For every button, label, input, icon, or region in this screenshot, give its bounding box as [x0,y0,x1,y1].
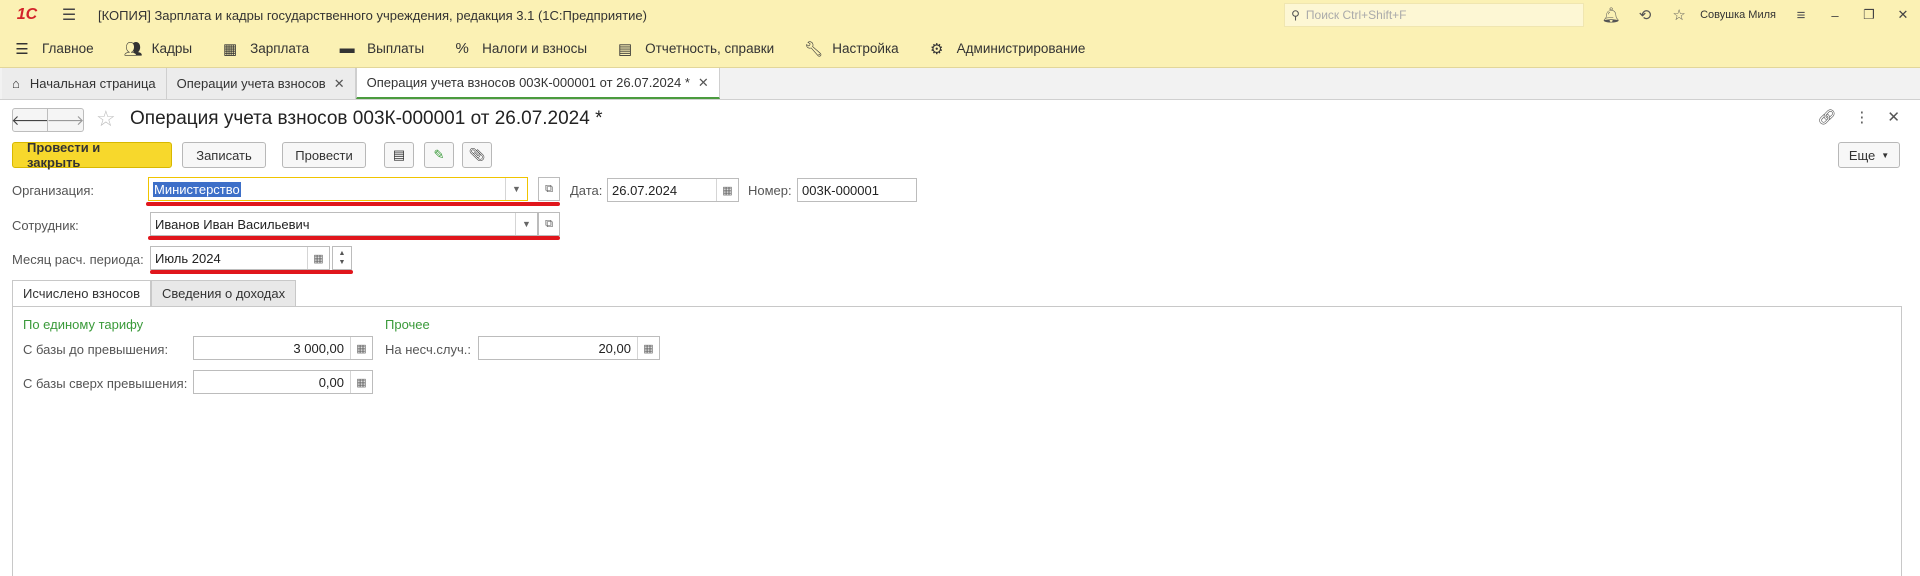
spin-up-icon[interactable]: ▲ [339,249,346,258]
menu-item-hr[interactable]: 👥︎ Кадры [124,40,192,58]
report-icon[interactable]: ▤ [384,142,414,168]
restore-icon[interactable]: ❐ [1852,7,1886,23]
header-actions: 🔗︎ ⋮ ✕ [1817,108,1900,126]
tab-contribution-operations[interactable]: Операции учета взносов ✕ [166,68,356,99]
inner-tabs: Исчислено взносов Сведения о доходах [12,280,297,307]
month-label: Месяц расч. периода: [12,252,144,267]
page-title: Операция учета взносов 003К-000001 от 26… [130,108,603,129]
attachment-icon[interactable]: 📎︎ [462,142,492,168]
tab-calculated-contributions[interactable]: Исчислено взносов [12,280,151,307]
forward-arrow-icon[interactable]: 🡒 [47,108,84,132]
more-vertical-icon[interactable]: ⋮ [1854,108,1869,126]
favorite-star-icon[interactable]: ☆ [96,106,116,132]
menu-item-reports[interactable]: ▤ Отчетность, справки [617,40,774,58]
gear-icon: ⚙ [929,40,944,58]
chevron-down-icon: ▼ [1881,150,1890,160]
people-icon: 👥︎ [123,40,143,58]
chevron-down-icon[interactable]: ▼ [505,178,527,200]
open-tabs-bar: ⌂ Начальная страница Операции учета взно… [0,68,1920,100]
number-field[interactable]: 003К-000001 [797,178,917,202]
menu-lines-icon: ☰ [15,40,29,58]
post-button[interactable]: Провести [282,142,366,168]
menu-item-settings[interactable]: 🔧︎ Настройка [804,40,898,58]
percent-icon: % [455,40,469,57]
calendar-icon[interactable]: ▦ [716,179,738,201]
close-icon[interactable]: ✕ [698,75,709,91]
calculator-icon[interactable]: ▦ [637,337,659,359]
tab-current-document[interactable]: Операция учета взносов 003К-000001 от 26… [355,68,720,99]
back-arrow-icon[interactable]: 🡐 [11,108,49,132]
post-and-close-button[interactable]: Провести и закрыть [12,140,172,170]
menu-item-payments[interactable]: ▬ Выплаты [339,40,425,57]
date-field[interactable]: 26.07.2024 ▦ [607,178,739,202]
base-below-label: С базы до превышения: [23,342,169,357]
more-button[interactable]: Еще ▼ [1838,142,1900,168]
accident-label: На несч.случ.: [385,342,471,357]
reports-icon: ▤ [618,40,633,58]
tab-income-info[interactable]: Сведения о доходах [150,280,297,307]
organization-field[interactable]: Министерство ▼ [148,177,528,201]
wrench-icon: 🔧︎ [804,40,824,58]
date-label: Дата: [570,183,603,198]
edit-document-icon[interactable]: ✎ [424,142,454,168]
spin-down-icon[interactable]: ▼ [339,258,346,267]
wallet-icon: ▬ [339,40,355,57]
calculator-icon[interactable]: ▦ [350,371,372,393]
history-icon[interactable]: ⟲ [1628,6,1662,24]
base-above-field[interactable]: 0,00 ▦ [193,370,373,394]
minimize-icon[interactable]: – [1818,8,1852,23]
settings-lines-icon[interactable]: ≡ [1784,7,1818,24]
sections-menu: ☰ Главное 👥︎ Кадры ▦ Зарплата ▬ Выплаты … [0,30,1920,68]
close-window-icon[interactable]: ✕ [1886,7,1920,23]
save-button[interactable]: Записать [182,142,266,168]
red-underline [148,236,560,240]
menu-item-taxes[interactable]: % Налоги и взносы [454,40,588,57]
search-input[interactable]: ⚲ Поиск Ctrl+Shift+F [1284,3,1585,27]
bell-icon[interactable]: 🔔︎ [1594,6,1628,24]
user-name[interactable]: Совушка Миля [1700,9,1776,21]
title-bar: 1С ☰ [КОПИЯ] Зарплата и кадры государств… [0,0,1920,30]
month-field[interactable]: Июль 2024 ▦ [150,246,330,270]
favorites-star-icon[interactable]: ☆ [1662,6,1696,24]
single-rate-title: По единому тарифу [23,317,144,332]
home-icon: ⌂ [12,76,20,91]
open-employee-icon[interactable]: ⧉ [538,212,560,236]
month-spinner[interactable]: ▲ ▼ [332,246,352,270]
close-icon[interactable]: ✕ [334,76,345,92]
chevron-down-icon[interactable]: ▼ [515,213,537,235]
other-title: Прочее [385,317,430,332]
link-icon[interactable]: 🔗︎ [1817,108,1836,126]
command-bar: Провести и закрыть Записать Провести ▤ ✎… [12,140,492,170]
navigation-buttons: 🡐 🡒 [11,108,84,132]
menu-item-salary[interactable]: ▦ Зарплата [222,40,309,58]
search-placeholder: Поиск Ctrl+Shift+F [1305,8,1407,22]
calendar-icon[interactable]: ▦ [307,247,329,269]
menu-item-main[interactable]: ☰ Главное [14,40,93,58]
app-title: [КОПИЯ] Зарплата и кадры государственног… [98,7,647,23]
close-icon[interactable]: ✕ [1887,108,1900,126]
open-organization-icon[interactable]: ⧉ [538,177,560,201]
calculator-icon: ▦ [222,40,238,58]
main-menu-icon[interactable]: ☰ [54,5,84,25]
tab-home[interactable]: ⌂ Начальная страница [2,68,167,99]
red-underline [150,270,353,274]
employee-label: Сотрудник: [12,218,79,233]
app-logo[interactable]: 1С [10,0,44,30]
search-icon: ⚲ [1291,8,1300,22]
base-above-label: С базы сверх превышения: [23,376,188,391]
number-label: Номер: [748,183,792,198]
base-below-field[interactable]: 3 000,00 ▦ [193,336,373,360]
red-underline [146,202,560,206]
organization-label: Организация: [12,183,95,198]
menu-item-admin[interactable]: ⚙ Администрирование [929,40,1085,58]
accident-field[interactable]: 20,00 ▦ [478,336,660,360]
calculator-icon[interactable]: ▦ [350,337,372,359]
employee-field[interactable]: Иванов Иван Васильевич ▼ [150,212,538,236]
